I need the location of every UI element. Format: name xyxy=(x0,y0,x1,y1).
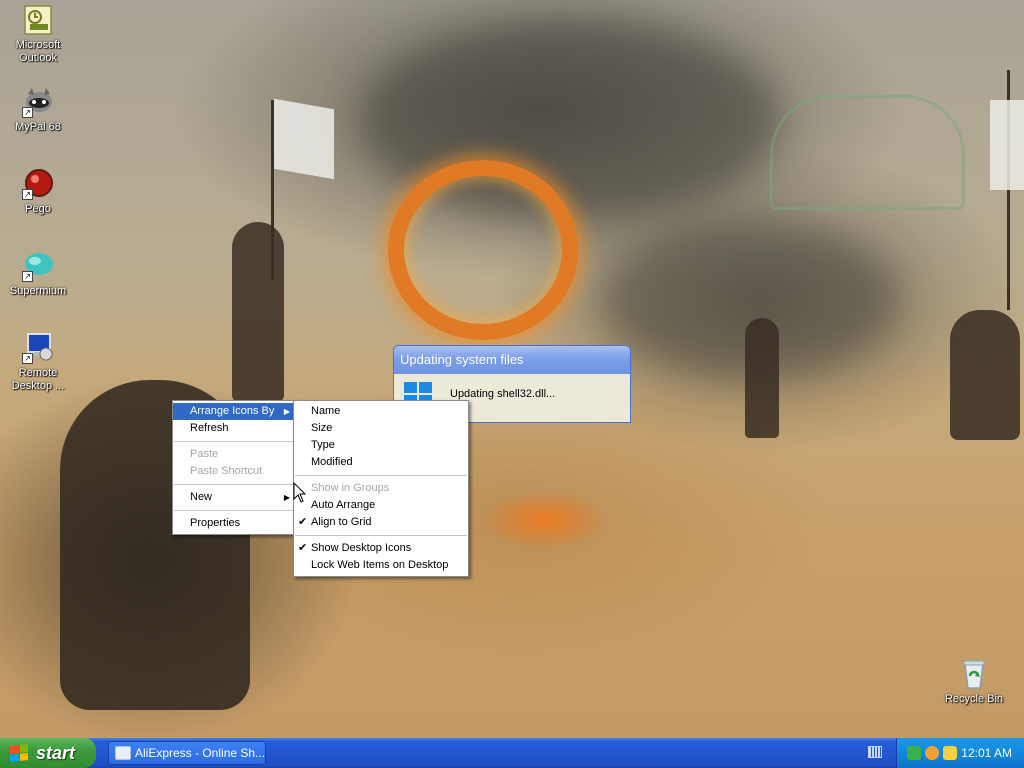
mypal-icon: ↗ xyxy=(22,86,54,118)
submenu-item-align-to-grid[interactable]: ✔ Align to Grid xyxy=(294,514,468,531)
browser-window-icon xyxy=(115,746,131,760)
desktop-icon-label: MyPal 68 xyxy=(15,121,61,133)
menu-item-label: Modified xyxy=(311,456,353,468)
menu-item-label: Paste xyxy=(190,448,219,460)
submenu-item-name[interactable]: Name xyxy=(294,403,468,420)
taskbar-button-label: AliExpress - Online Sh... xyxy=(135,746,266,760)
wallpaper-fire-ring xyxy=(388,160,578,340)
submenu-item-auto-arrange[interactable]: Auto Arrange xyxy=(294,497,468,514)
network-icon[interactable] xyxy=(907,746,921,760)
desktop-icon-label: Microsoft Outlook xyxy=(15,39,61,64)
arrange-icons-submenu: Name Size Type Modified Show in Groups A… xyxy=(293,400,469,577)
menu-separator xyxy=(174,510,295,511)
system-tray: 12:01 AM xyxy=(896,738,1024,768)
pego-icon: ↗ xyxy=(22,168,54,200)
desktop-icon-pego[interactable]: ↗ Pego xyxy=(0,168,76,216)
menu-item-label: Lock Web Items on Desktop xyxy=(311,559,449,571)
menu-item-label: Size xyxy=(311,422,333,434)
wallpaper-figure xyxy=(232,222,284,402)
submenu-item-modified[interactable]: Modified xyxy=(294,454,468,471)
wallpaper-logo xyxy=(770,95,965,210)
menu-item-label: Refresh xyxy=(190,422,229,434)
supermium-icon: ↗ xyxy=(22,250,54,282)
menu-item-paste-shortcut: Paste Shortcut xyxy=(173,463,296,480)
menu-item-label: Name xyxy=(311,405,341,417)
shortcut-arrow-icon: ↗ xyxy=(22,353,33,364)
shortcut-arrow-icon: ↗ xyxy=(22,271,33,282)
submenu-item-type[interactable]: Type xyxy=(294,437,468,454)
desktop-context-menu: Arrange Icons By ▶ Refresh Paste Paste S… xyxy=(172,400,297,535)
desktop-icon-mypal[interactable]: ↗ MyPal 68 xyxy=(0,86,76,134)
menu-item-label: Arrange Icons By xyxy=(190,405,275,417)
menu-item-label: Auto Arrange xyxy=(311,499,376,511)
menu-separator xyxy=(295,475,467,476)
taskbar-button-aliexpress[interactable]: AliExpress - Online Sh... xyxy=(108,741,266,765)
submenu-item-lock-web-items[interactable]: Lock Web Items on Desktop xyxy=(294,557,468,574)
menu-item-label: New xyxy=(190,491,213,503)
shortcut-arrow-icon: ↗ xyxy=(22,189,33,200)
menu-separator xyxy=(174,484,295,485)
windows-flag-icon xyxy=(10,744,28,762)
dialog-title: Updating system files xyxy=(394,346,630,374)
keyboard-icon[interactable] xyxy=(868,746,882,758)
menu-item-label: Align to Grid xyxy=(311,516,372,528)
wallpaper-flag xyxy=(274,98,334,180)
submenu-item-show-in-groups: Show in Groups xyxy=(294,480,468,497)
submenu-item-show-desktop-icons[interactable]: ✔ Show Desktop Icons xyxy=(294,540,468,557)
checkmark-icon: ✔ xyxy=(298,542,308,554)
desktop-icon-remote-desktop[interactable]: ↗ Remote Desktop ... xyxy=(0,332,76,393)
desktop-icon-supermium[interactable]: ↗ Supermium xyxy=(0,250,76,298)
menu-item-paste: Paste xyxy=(173,446,296,463)
recycle-bin-icon xyxy=(958,658,990,690)
desktop-icon-recycle-bin[interactable]: Recycle Bin xyxy=(936,658,1012,706)
menu-item-refresh[interactable]: Refresh xyxy=(173,420,296,437)
menu-item-label: Properties xyxy=(190,517,241,529)
shortcut-arrow-icon: ↗ xyxy=(22,107,33,118)
wallpaper-figure xyxy=(950,310,1020,440)
menu-item-label: Paste Shortcut xyxy=(190,465,263,477)
wallpaper-figure xyxy=(745,318,779,438)
menu-item-properties[interactable]: Properties xyxy=(173,515,296,532)
menu-item-new[interactable]: New ▶ xyxy=(173,489,296,506)
desktop-icon-outlook[interactable]: Microsoft Outlook xyxy=(0,4,76,65)
start-label: start xyxy=(36,743,76,763)
mouse-cursor-icon xyxy=(293,482,307,503)
wallpaper-fire xyxy=(480,490,610,550)
outlook-icon xyxy=(22,4,54,36)
messenger-icon[interactable] xyxy=(943,746,957,760)
menu-item-label: Show Desktop Icons xyxy=(311,542,412,554)
desktop-icon-label: Recycle Bin xyxy=(944,693,1004,705)
clock[interactable]: 12:01 AM xyxy=(961,738,1012,768)
submenu-item-size[interactable]: Size xyxy=(294,420,468,437)
submenu-arrow-icon: ▶ xyxy=(283,493,290,502)
menu-item-label: Show in Groups xyxy=(311,482,390,494)
checkmark-icon: ✔ xyxy=(298,516,308,528)
submenu-arrow-icon: ▶ xyxy=(283,407,290,416)
remote-desktop-icon: ↗ xyxy=(22,332,54,364)
wallpaper-flag xyxy=(990,100,1024,190)
menu-separator xyxy=(174,441,295,442)
start-button[interactable]: start xyxy=(0,738,96,768)
taskbar: start AliExpress - Online Sh... 12:01 AM xyxy=(0,738,1024,768)
desktop-icon-label: Supermium xyxy=(9,285,67,297)
search-icon[interactable] xyxy=(925,746,939,760)
desktop[interactable]: Microsoft Outlook ↗ MyPal 68 ↗ Pego ↗ Su… xyxy=(0,0,1024,738)
desktop-icon-label: Remote Desktop ... xyxy=(11,367,65,392)
menu-item-label: Type xyxy=(311,439,335,451)
dialog-message: Updating shell32.dll... xyxy=(450,388,556,400)
menu-separator xyxy=(295,535,467,536)
desktop-icon-label: Pego xyxy=(25,203,51,215)
menu-item-arrange-icons-by[interactable]: Arrange Icons By ▶ xyxy=(173,403,296,420)
